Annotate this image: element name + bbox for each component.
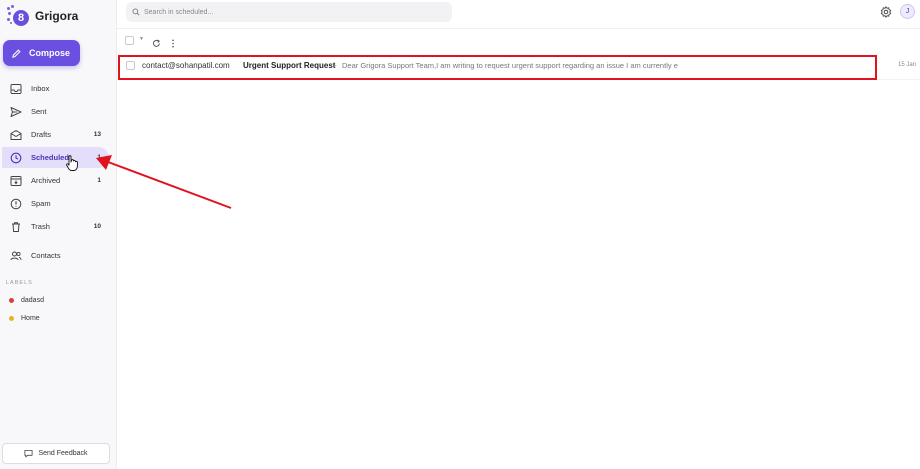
sidebar-item-label: Spam (31, 199, 51, 208)
label-color-dot (9, 316, 14, 321)
sidebar-item-scheduled[interactable]: Scheduled 1 (2, 147, 109, 168)
refresh-button[interactable] (152, 35, 161, 53)
sidebar-item-sent[interactable]: Sent (2, 101, 109, 122)
sidebar-item-spam[interactable]: Spam (2, 193, 109, 214)
alert-icon (10, 198, 22, 209)
gear-icon (880, 6, 892, 18)
users-icon (10, 251, 22, 260)
chat-icon (24, 449, 33, 458)
pencil-icon (12, 48, 21, 58)
send-feedback-button[interactable]: Send Feedback (2, 443, 110, 464)
label-item-text: Home (21, 315, 40, 322)
sidebar: 8 Grigora Compose Inbox Sent Drafts 13 S… (0, 0, 117, 469)
search-input[interactable]: Search in scheduled... (126, 2, 452, 22)
sidebar-item-count: 1 (97, 154, 101, 161)
sidebar-item-archived[interactable]: Archived 1 (2, 170, 109, 191)
app-logo[interactable]: 8 Grigora (7, 5, 78, 27)
sidebar-item-count: 13 (93, 131, 101, 138)
annotation-highlight-box (118, 55, 877, 80)
archive-icon (10, 175, 22, 186)
sidebar-item-contacts[interactable]: Contacts (2, 245, 109, 266)
app-name: Grigora (35, 9, 79, 23)
label-item-home[interactable]: Home (9, 315, 40, 322)
user-avatar[interactable]: J (900, 4, 915, 19)
clock-icon (10, 152, 22, 163)
label-item-dadasd[interactable]: dadasd (9, 297, 44, 304)
sidebar-item-label: Archived (31, 176, 61, 185)
feedback-label: Send Feedback (38, 450, 88, 457)
sidebar-item-count: 1 (97, 177, 101, 184)
grigora-logo-icon: 8 (7, 5, 29, 27)
envelope-icon (10, 129, 22, 140)
compose-button[interactable]: Compose (3, 40, 80, 66)
sidebar-item-label: Inbox (31, 84, 50, 93)
search-icon (132, 8, 140, 16)
select-dropdown-chevron-icon[interactable]: ▼ (139, 36, 144, 42)
label-item-text: dadasd (21, 297, 44, 304)
more-options-button[interactable] (170, 35, 176, 53)
sidebar-item-label: Scheduled (31, 153, 69, 162)
search-placeholder: Search in scheduled... (144, 8, 214, 16)
labels-heading: LABELS (6, 280, 33, 286)
label-color-dot (9, 298, 14, 303)
sidebar-item-count: 10 (93, 223, 101, 230)
header-divider (117, 28, 920, 29)
trash-icon (12, 221, 20, 232)
sidebar-item-label: Sent (31, 107, 47, 116)
sidebar-item-inbox[interactable]: Inbox (2, 78, 109, 99)
settings-button[interactable] (880, 5, 892, 23)
inbox-icon (10, 83, 22, 94)
select-all-checkbox[interactable] (125, 36, 134, 45)
mail-date: 15 Jan (898, 62, 917, 68)
sidebar-item-trash[interactable]: Trash 10 (2, 216, 109, 237)
sidebar-item-label: Trash (31, 222, 50, 231)
sidebar-item-drafts[interactable]: Drafts 13 (2, 124, 109, 145)
send-icon (10, 106, 22, 117)
refresh-icon (152, 39, 160, 47)
sidebar-item-label: Drafts (31, 130, 52, 139)
more-vertical-icon (172, 39, 174, 48)
compose-label: Compose (29, 48, 71, 58)
sidebar-item-label: Contacts (31, 251, 61, 260)
